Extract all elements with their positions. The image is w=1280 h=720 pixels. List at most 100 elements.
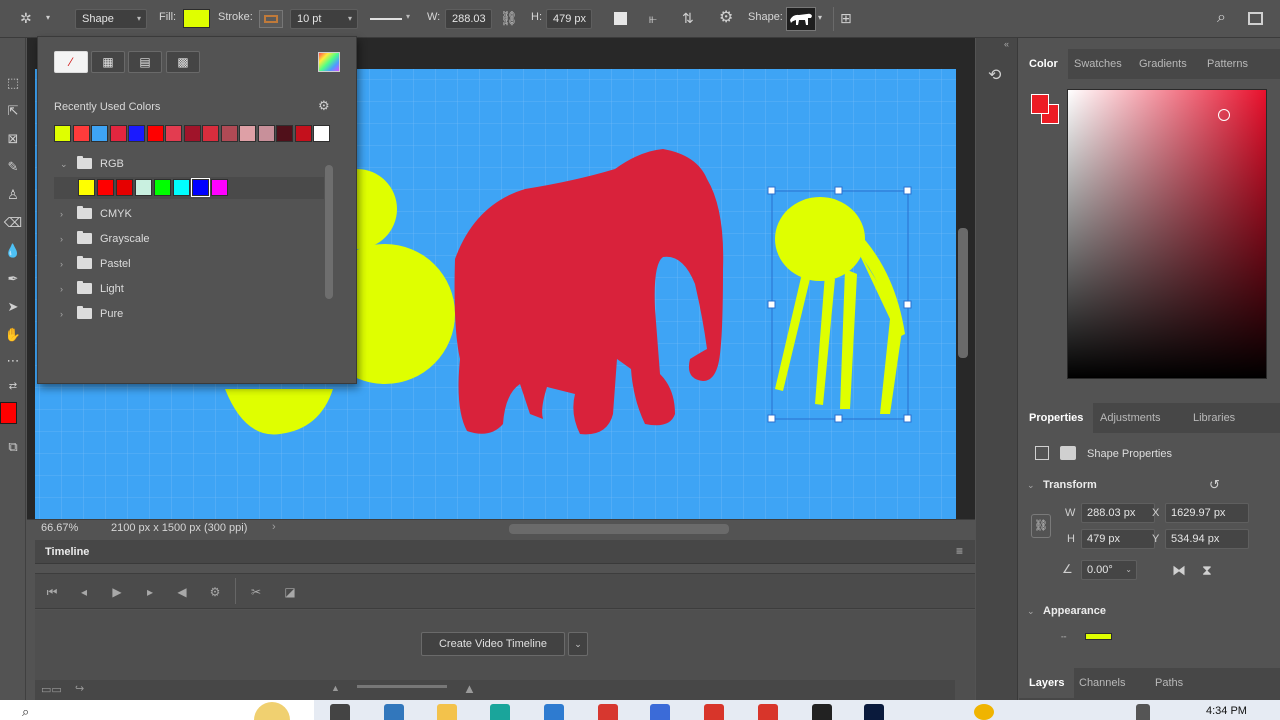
chevron-right-icon[interactable]: ›	[60, 277, 63, 301]
width-field[interactable]: 288.03 px	[1081, 503, 1155, 523]
shape-picker[interactable]	[786, 7, 816, 31]
pattern-button[interactable]: ▩	[166, 51, 200, 73]
stroke-color-swatch[interactable]	[259, 10, 283, 28]
hand-tool-icon[interactable]: ✋	[2, 324, 24, 346]
vertical-scrollbar[interactable]	[958, 228, 968, 358]
chevron-right-icon[interactable]: ›	[60, 227, 63, 251]
path-selection-tool-icon[interactable]: ➤	[2, 296, 24, 318]
swatch-folder-grayscale[interactable]: › Grayscale	[54, 227, 332, 251]
flip-horizontal-icon[interactable]: ⧓	[1172, 563, 1186, 577]
chrome-profile-icon[interactable]	[704, 704, 724, 720]
recent-color-swatch[interactable]	[183, 125, 201, 142]
recent-color-swatch[interactable]	[313, 125, 330, 142]
recent-color-swatch[interactable]	[72, 125, 90, 142]
collapse-panels-icon[interactable]: «	[1004, 40, 1009, 49]
chevron-right-icon[interactable]: ›	[60, 252, 63, 276]
x-field[interactable]: 1629.97 px	[1165, 503, 1249, 523]
chevron-right-icon[interactable]: ›	[60, 202, 63, 226]
more-tools-icon[interactable]: ⋯	[2, 350, 24, 372]
edge-icon[interactable]	[384, 704, 404, 720]
history-icon[interactable]: ⟲	[988, 68, 1001, 84]
scissors-icon[interactable]: ✂	[247, 583, 265, 601]
move-tool-icon[interactable]: ⇱	[2, 100, 24, 122]
recent-color-swatch[interactable]	[165, 125, 182, 142]
chrome-profile-2-icon[interactable]	[758, 704, 778, 720]
swatch-folder-rgb[interactable]: ⌄ RGB	[54, 152, 332, 176]
recent-color-swatch[interactable]	[294, 125, 312, 142]
picker-cursor[interactable]	[1218, 109, 1230, 121]
tab-patterns[interactable]: Patterns	[1197, 49, 1258, 79]
path-operations-icon[interactable]	[614, 12, 627, 25]
swatch-folder-light[interactable]: › Light	[54, 277, 332, 301]
recent-color-swatch[interactable]	[109, 125, 127, 142]
chevron-down-icon[interactable]: ⌄	[1027, 606, 1035, 617]
tab-libraries[interactable]: Libraries	[1183, 403, 1245, 433]
gear-icon[interactable]: ⚙	[206, 583, 224, 601]
no-color-button[interactable]: ⁄	[54, 51, 88, 73]
app-icon[interactable]	[650, 704, 670, 720]
recent-color-swatch[interactable]	[91, 125, 108, 142]
recent-color-swatch[interactable]	[276, 125, 293, 142]
popup-scrollbar[interactable]	[325, 165, 333, 299]
appearance-fill-swatch[interactable]	[1085, 633, 1112, 640]
panel-menu-icon[interactable]: ≡	[956, 544, 963, 558]
zoom-in-icon[interactable]: ▲	[463, 681, 476, 696]
tab-layers[interactable]: Layers	[1019, 668, 1075, 698]
audio-icon[interactable]: ◀	[173, 583, 191, 601]
rgb-swatch[interactable]	[191, 178, 210, 197]
height-input[interactable]: 479 px	[546, 9, 592, 29]
link-dimensions-icon[interactable]: ⛓	[1031, 514, 1051, 538]
chevron-right-icon[interactable]: ›	[272, 521, 276, 533]
color-picker-button[interactable]	[318, 52, 340, 72]
horizontal-scrollbar[interactable]	[509, 524, 729, 534]
chevron-down-icon[interactable]: ⌄	[60, 152, 68, 176]
recent-color-swatch[interactable]	[54, 125, 71, 142]
custom-shape-tool-icon[interactable]: ✲	[20, 11, 32, 25]
marquee-tool-icon[interactable]: ⬚	[2, 72, 24, 94]
color-picker-field[interactable]	[1067, 89, 1267, 379]
frame-tool-icon[interactable]: ⊠	[2, 128, 24, 150]
tab-swatches[interactable]: Swatches	[1064, 49, 1132, 79]
tab-channels[interactable]: Channels	[1069, 668, 1135, 698]
tab-paths[interactable]: Paths	[1145, 668, 1193, 698]
first-frame-icon[interactable]: ⏮	[43, 583, 61, 601]
recent-color-swatch[interactable]	[146, 125, 164, 142]
task-view-icon[interactable]	[330, 704, 350, 720]
create-video-timeline-button[interactable]: Create Video Timeline	[421, 632, 565, 656]
recent-color-swatch[interactable]	[239, 125, 256, 142]
y-field[interactable]: 534.94 px	[1165, 529, 1249, 549]
tab-color[interactable]: Color	[1019, 49, 1068, 79]
height-field[interactable]: 479 px	[1081, 529, 1155, 549]
stamp-tool-icon[interactable]: ♙	[2, 184, 24, 206]
flip-vertical-icon[interactable]: ⧗	[1202, 563, 1212, 577]
fill-color-swatch[interactable]	[183, 9, 210, 28]
path-arrangement-icon[interactable]: ⇅	[682, 11, 694, 25]
zoom-out-icon[interactable]: ▲	[331, 683, 340, 693]
reset-transform-icon[interactable]: ↺	[1209, 478, 1220, 491]
zoom-level[interactable]: 66.67%	[41, 522, 78, 534]
swatch-folder-pastel[interactable]: › Pastel	[54, 252, 332, 276]
notification-icon[interactable]	[974, 704, 994, 720]
chevron-right-icon[interactable]: ›	[60, 302, 63, 326]
film-icon[interactable]: ▭▭	[41, 683, 62, 696]
align-edges-icon[interactable]: ⊞	[840, 11, 852, 25]
tab-adjustments[interactable]: Adjustments	[1090, 403, 1171, 433]
store-icon[interactable]	[544, 704, 564, 720]
gradient-button[interactable]: ▤	[128, 51, 162, 73]
tool-preset-dropdown-icon[interactable]: ▾	[46, 14, 50, 22]
taskbar-search[interactable]: ⌕	[0, 700, 314, 720]
swatch-folder-cmyk[interactable]: › CMYK	[54, 202, 332, 226]
rgb-swatch[interactable]	[135, 179, 152, 196]
chevron-down-icon[interactable]: ⌄	[1027, 480, 1035, 491]
recent-color-swatch[interactable]	[257, 125, 275, 142]
play-icon[interactable]: ▶	[108, 583, 126, 601]
gear-icon[interactable]: ⚙	[318, 99, 330, 112]
tab-gradients[interactable]: Gradients	[1129, 49, 1197, 79]
rgb-swatch[interactable]	[211, 179, 228, 196]
foreground-swatch-front[interactable]	[1031, 94, 1049, 114]
swatch-folder-pure[interactable]: › Pure	[54, 302, 332, 326]
recent-color-swatch[interactable]	[128, 125, 145, 142]
stroke-type-select[interactable]: ▾	[368, 9, 416, 29]
recent-color-swatch[interactable]	[202, 125, 219, 142]
convert-icon[interactable]: ↪	[75, 682, 84, 695]
